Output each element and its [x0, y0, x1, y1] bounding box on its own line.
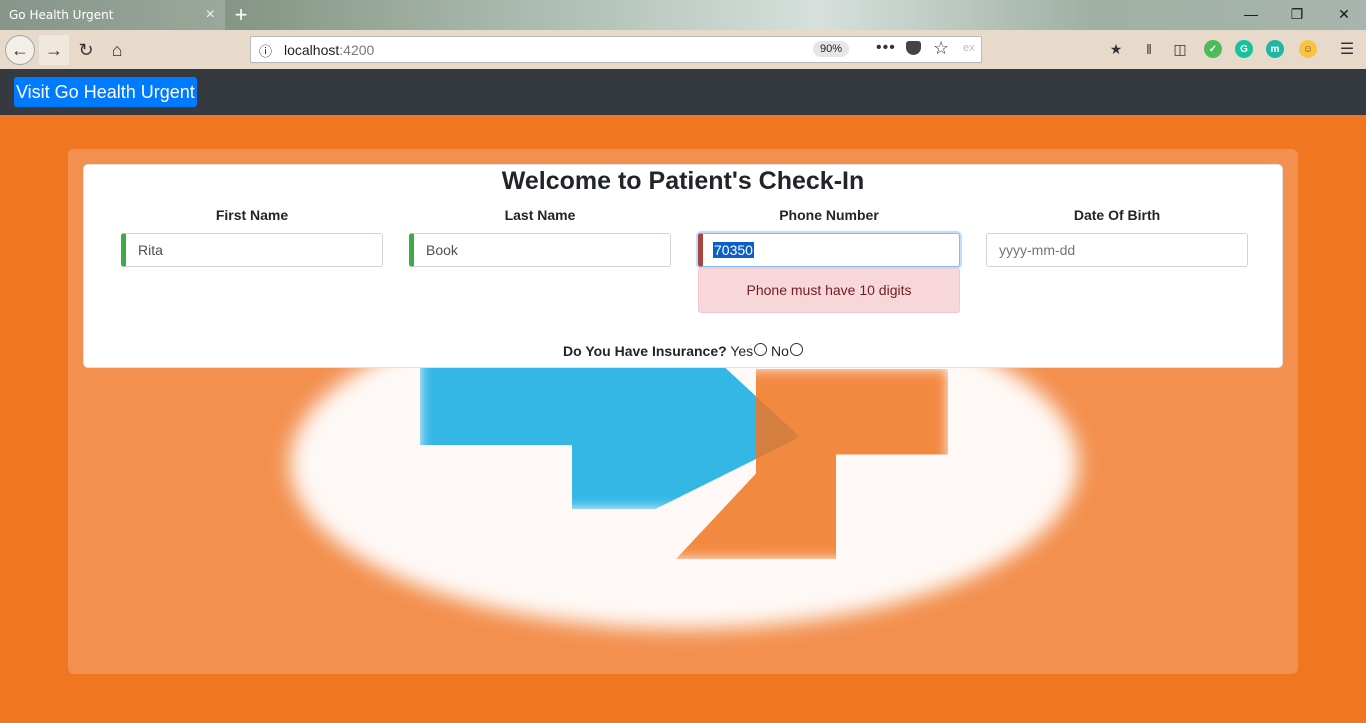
url-host: localhost — [284, 42, 340, 58]
m-extension-icon[interactable]: m — [1266, 40, 1284, 58]
insurance-yes-radio[interactable] — [754, 343, 768, 356]
insurance-question-row: Do You Have Insurance? Yes No — [84, 343, 1282, 359]
pocket-icon[interactable] — [906, 41, 921, 55]
address-bar[interactable]: ⓘ localhost:4200 90% ••• ☆ ex — [250, 36, 982, 63]
last-name-input[interactable] — [409, 233, 671, 267]
first-name-field: First Name — [121, 207, 383, 267]
insurance-no-label: No — [771, 343, 789, 359]
site-info-icon[interactable]: ⓘ — [259, 41, 272, 60]
browser-toolbar: ← → ↻ ⌂ ⓘ localhost:4200 90% ••• ☆ ex ★ … — [0, 30, 1366, 69]
tab-close-icon[interactable]: × — [206, 6, 215, 24]
first-name-input[interactable] — [121, 233, 383, 267]
first-name-label: First Name — [215, 207, 289, 223]
bookmark-star-icon[interactable]: ☆ — [933, 38, 949, 59]
last-name-label: Last Name — [504, 207, 576, 223]
tab-title: Go Health Urgent — [9, 8, 114, 22]
window-restore-button[interactable]: ❐ — [1282, 6, 1312, 23]
dob-field: Date Of Birth — [986, 207, 1248, 267]
home-icon: ⌂ — [111, 39, 123, 60]
dob-input[interactable] — [986, 233, 1248, 267]
page-actions-icon[interactable]: ••• — [876, 39, 896, 57]
phone-value-selected: 70350 — [713, 242, 754, 258]
insurance-yes-label: Yes — [730, 343, 754, 359]
check-extension-icon[interactable]: ✓ — [1204, 40, 1222, 58]
insurance-question: Do You Have Insurance? — [563, 343, 727, 359]
phone-error-alert: Phone must have 10 digits — [698, 268, 960, 313]
phone-field: Phone Number 70350 Phone must have 10 di… — [698, 207, 960, 313]
app-navbar: Visit Go Health Urgent — [0, 69, 1366, 115]
library-icon[interactable]: ‖ — [1140, 40, 1158, 58]
extension-badge[interactable]: ex — [963, 42, 975, 54]
forward-arrow-icon: → — [45, 39, 63, 60]
insurance-no-radio[interactable] — [789, 343, 803, 356]
forward-button[interactable]: → — [39, 35, 69, 65]
url-text[interactable]: localhost:4200 — [284, 42, 374, 58]
browser-tab-strip: Go Health Urgent × + — ❐ ✕ — [0, 0, 1366, 30]
emoji-extension-icon[interactable]: ☺ — [1299, 40, 1317, 58]
last-name-field: Last Name — [409, 207, 671, 267]
browser-tab[interactable]: Go Health Urgent × — [0, 0, 225, 30]
back-button[interactable]: ← — [5, 35, 35, 65]
window-close-button[interactable]: ✕ — [1329, 6, 1359, 23]
page-title: Welcome to Patient's Check-In — [501, 167, 865, 195]
url-port: :4200 — [339, 42, 375, 58]
dob-label: Date Of Birth — [1073, 207, 1161, 223]
home-button[interactable]: ⌂ — [102, 35, 132, 65]
sidebar-icon[interactable]: ◫ — [1171, 40, 1189, 58]
new-tab-button[interactable]: + — [231, 2, 251, 28]
reader-list-icon[interactable]: ★ — [1107, 40, 1125, 58]
back-arrow-icon: ← — [11, 39, 29, 60]
phone-input[interactable]: 70350 — [698, 233, 960, 267]
window-minimize-button[interactable]: — — [1236, 6, 1266, 22]
zoom-level[interactable]: 90% — [813, 41, 850, 57]
menu-icon[interactable]: ☰ — [1338, 40, 1356, 58]
reload-icon: ↻ — [78, 39, 94, 60]
visit-go-health-button[interactable]: Visit Go Health Urgent — [14, 77, 197, 107]
checkin-form-card: Welcome to Patient's Check-In First Name… — [83, 164, 1283, 368]
reload-button[interactable]: ↻ — [71, 35, 101, 65]
phone-label: Phone Number — [779, 207, 879, 223]
grammarly-icon[interactable]: G — [1235, 40, 1253, 58]
